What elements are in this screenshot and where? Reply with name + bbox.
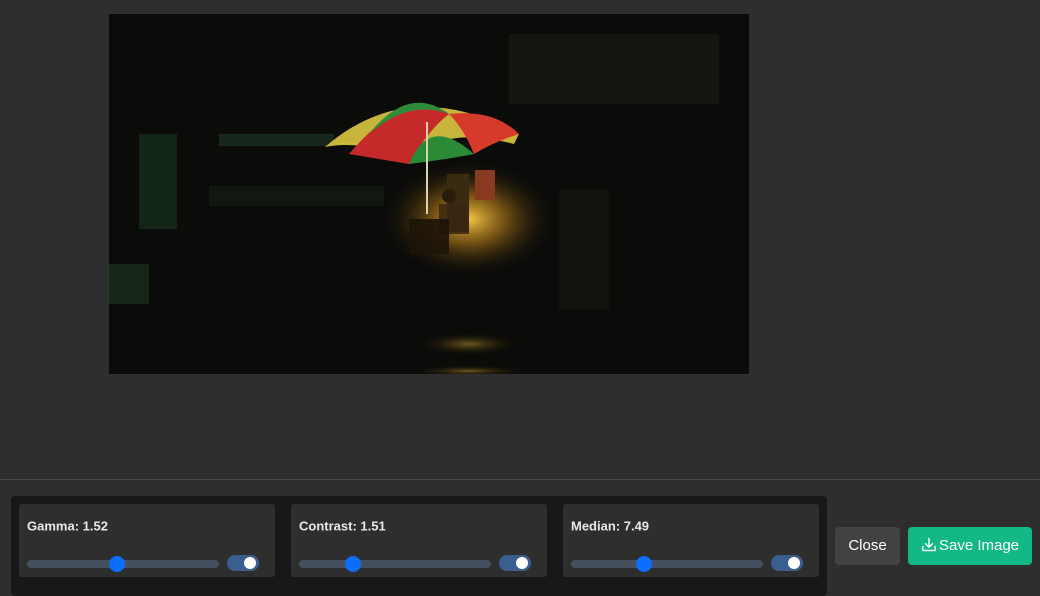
save-button-label: Save Image bbox=[938, 537, 1020, 554]
contrast-toggle-knob bbox=[516, 557, 528, 569]
close-button-label: Close bbox=[848, 537, 887, 554]
contrast-slider[interactable] bbox=[299, 556, 491, 572]
download-icon bbox=[922, 537, 936, 552]
contrast-control: Contrast: 1.51 bbox=[291, 504, 547, 577]
gamma-slider[interactable] bbox=[27, 556, 219, 572]
median-control: Median: 7.49 bbox=[563, 504, 819, 577]
gamma-control: Gamma: 1.52 bbox=[19, 504, 275, 577]
median-toggle-knob bbox=[788, 557, 800, 569]
median-slider[interactable] bbox=[571, 556, 763, 572]
gamma-slider-thumb[interactable] bbox=[109, 556, 126, 572]
gamma-toggle[interactable] bbox=[227, 555, 259, 571]
median-label: Median: 7.49 bbox=[571, 518, 650, 534]
gamma-label: Gamma: 1.52 bbox=[27, 518, 108, 534]
contrast-label: Contrast: 1.51 bbox=[299, 518, 386, 534]
median-slider-thumb[interactable] bbox=[635, 556, 652, 572]
image-preview bbox=[109, 14, 749, 374]
contrast-slider-thumb[interactable] bbox=[344, 556, 361, 572]
night-street-photo bbox=[109, 14, 749, 374]
adjustments-panel: Gamma: 1.52 Contrast: 1.51 Median: 7.49 bbox=[11, 496, 827, 596]
median-toggle[interactable] bbox=[771, 555, 803, 571]
panel-divider bbox=[0, 479, 1040, 480]
save-image-button[interactable]: Save Image bbox=[908, 527, 1032, 565]
gamma-toggle-knob bbox=[244, 557, 256, 569]
close-button[interactable]: Close bbox=[835, 527, 900, 565]
contrast-toggle[interactable] bbox=[499, 555, 531, 571]
